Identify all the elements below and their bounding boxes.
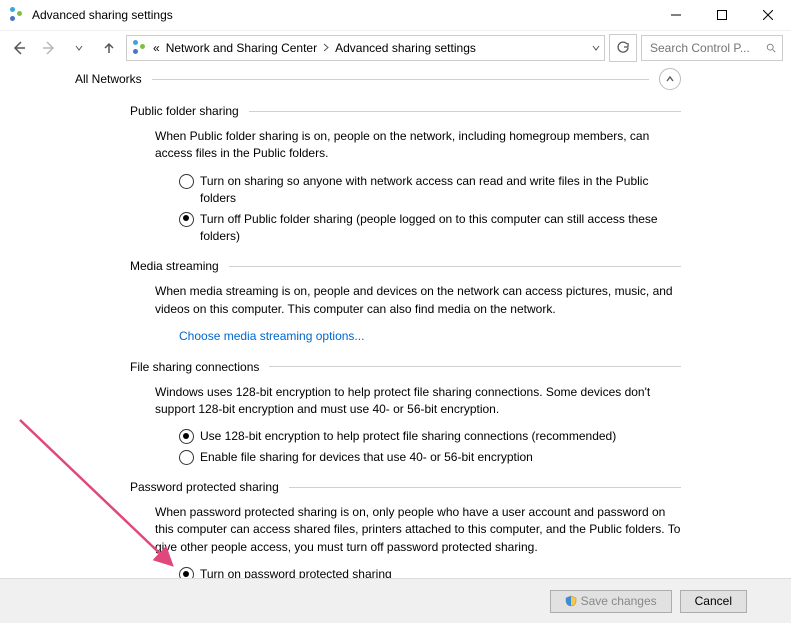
network-icon [8, 7, 24, 23]
group-media-streaming: Media streaming When media streaming is … [75, 259, 681, 345]
radio-icon [179, 450, 194, 465]
radio-label: Turn on sharing so anyone with network a… [200, 173, 681, 208]
command-bar: Save changes Cancel [0, 578, 791, 623]
group-title: Password protected sharing [130, 480, 279, 494]
radio-label: Turn off Public folder sharing (people l… [200, 211, 681, 246]
divider [229, 266, 681, 267]
radio-option[interactable]: Use 128-bit encryption to help protect f… [179, 428, 681, 445]
group-description: When media streaming is on, people and d… [155, 283, 681, 318]
address-bar[interactable]: « Network and Sharing Center Advanced sh… [126, 35, 605, 61]
divider [289, 487, 681, 488]
chevron-down-icon[interactable] [592, 41, 600, 55]
window-title: Advanced sharing settings [32, 8, 653, 22]
radio-label: Use 128-bit encryption to help protect f… [200, 428, 616, 445]
recent-locations-button[interactable] [66, 36, 92, 60]
up-button[interactable] [96, 36, 122, 60]
divider [249, 111, 681, 112]
group-title: File sharing connections [130, 360, 259, 374]
chevron-right-icon[interactable] [323, 41, 329, 55]
radio-option[interactable]: Turn off Public folder sharing (people l… [179, 211, 681, 246]
group-password-protected-sharing: Password protected sharing When password… [75, 480, 681, 579]
radio-icon [179, 429, 194, 444]
group-public-folder-sharing: Public folder sharing When Public folder… [75, 104, 681, 245]
group-title: Media streaming [130, 259, 219, 273]
radio-icon [179, 212, 194, 227]
group-title: Public folder sharing [130, 104, 239, 118]
search-box[interactable] [641, 35, 783, 61]
forward-button[interactable] [36, 36, 62, 60]
divider [269, 366, 681, 367]
navigation-bar: « Network and Sharing Center Advanced sh… [0, 31, 791, 65]
minimize-button[interactable] [653, 0, 699, 30]
radio-icon [179, 174, 194, 189]
group-description: When password protected sharing is on, o… [155, 504, 681, 556]
titlebar: Advanced sharing settings [0, 0, 791, 31]
button-label: Save changes [581, 594, 657, 608]
refresh-button[interactable] [609, 34, 637, 62]
collapse-button[interactable] [659, 68, 681, 90]
breadcrumb-prefix[interactable]: « [153, 41, 160, 55]
radio-option[interactable]: Enable file sharing for devices that use… [179, 449, 681, 466]
shield-icon [565, 595, 577, 607]
section-title: All Networks [75, 72, 142, 86]
search-icon [766, 42, 776, 54]
breadcrumb-item[interactable]: Network and Sharing Center [166, 41, 317, 55]
cancel-button[interactable]: Cancel [680, 590, 747, 613]
close-button[interactable] [745, 0, 791, 30]
divider [152, 79, 649, 80]
content-area: All Networks Public folder sharing When … [0, 64, 791, 579]
group-description: When Public folder sharing is on, people… [155, 128, 681, 163]
breadcrumb-item[interactable]: Advanced sharing settings [335, 41, 476, 55]
back-button[interactable] [6, 36, 32, 60]
chevron-up-icon [665, 74, 675, 84]
save-changes-button[interactable]: Save changes [550, 590, 672, 613]
button-label: Cancel [695, 594, 732, 608]
maximize-button[interactable] [699, 0, 745, 30]
search-input[interactable] [648, 40, 760, 56]
media-options-link[interactable]: Choose media streaming options... [179, 329, 364, 343]
radio-label: Enable file sharing for devices that use… [200, 449, 533, 466]
network-icon [131, 40, 147, 56]
group-file-sharing-connections: File sharing connections Windows uses 12… [75, 360, 681, 467]
radio-option[interactable]: Turn on sharing so anyone with network a… [179, 173, 681, 208]
group-description: Windows uses 128-bit encryption to help … [155, 384, 681, 419]
